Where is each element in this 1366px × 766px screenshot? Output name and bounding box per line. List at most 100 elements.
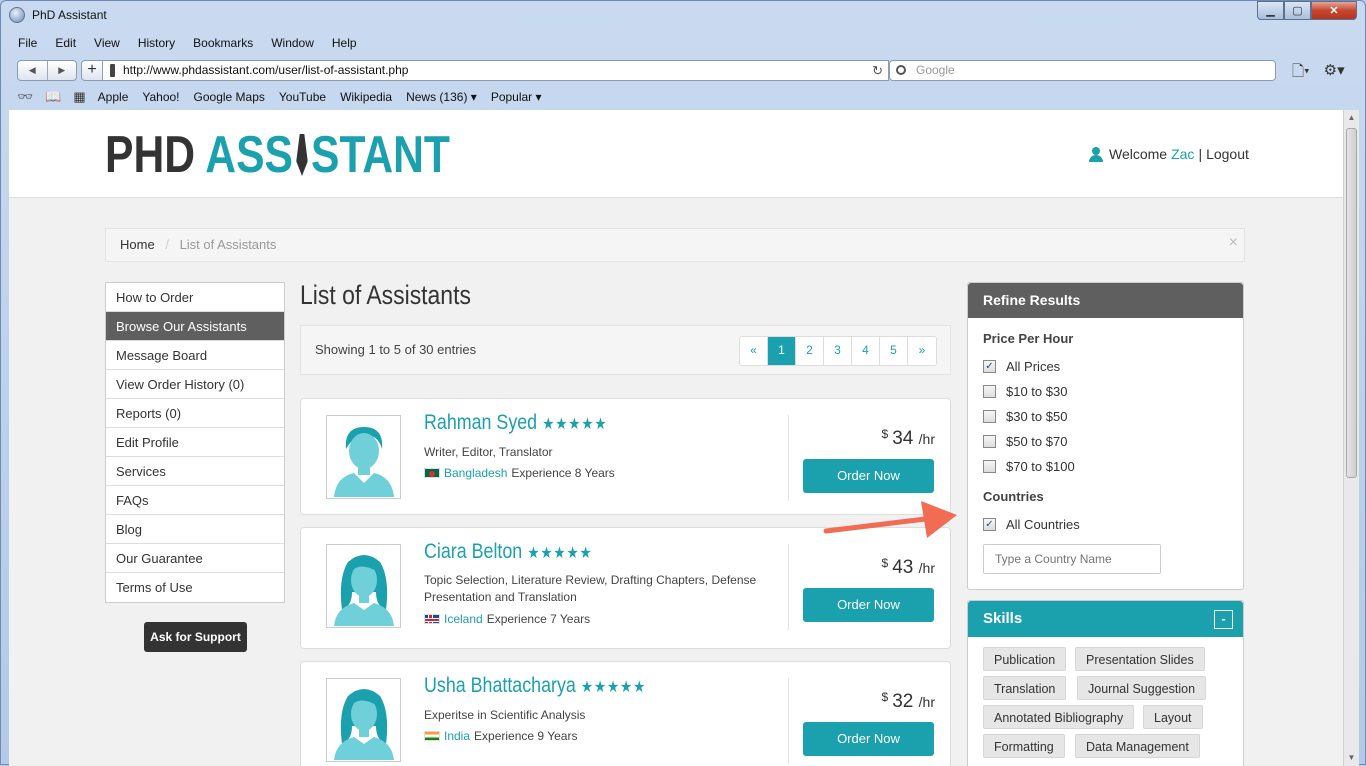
address-bar[interactable]: http://www.phdassistant.com/user/list-of… [103,60,889,81]
checkbox-checked[interactable]: ✓ [983,360,996,373]
scroll-down-icon[interactable]: ▼ [1344,750,1359,766]
assistant-country[interactable]: India [444,729,470,743]
close-window-button[interactable]: ✕ [1311,1,1357,20]
assistant-name[interactable]: Rahman Syed ★★★★★ [424,411,607,435]
page-menu-icon[interactable]: 🗋▾ [1292,61,1310,86]
skill-tag[interactable]: Presentation Slides [1075,647,1205,671]
menu-view[interactable]: View [85,36,129,50]
assistant-card: Rahman Syed ★★★★★ Writer, Editor, Transla… [300,398,951,515]
sidebar-item-message-board[interactable]: Message Board [106,341,284,370]
minimize-button[interactable]: ▁ [1257,1,1284,20]
price-option-30-50[interactable]: $30 to $50 [983,409,1067,424]
price-option-10-30[interactable]: $10 to $30 [983,384,1067,399]
skill-tag[interactable]: Data Management [1075,734,1200,758]
gear-icon[interactable]: ⚙▾ [1324,61,1345,86]
username-link[interactable]: Zac [1171,146,1194,162]
checkbox[interactable] [983,460,996,473]
sidebar-item-reports[interactable]: Reports (0) [106,399,284,428]
rating-stars-icon: ★★★★★ [580,679,647,696]
logout-link[interactable]: Logout [1206,146,1249,162]
order-now-button[interactable]: Order Now [803,588,934,622]
skill-tag[interactable]: Translation [983,676,1067,700]
menu-history[interactable]: History [129,36,184,50]
avatar[interactable] [326,544,401,628]
assistant-price: $32 /hr [801,690,935,713]
pager-page-3[interactable]: 3 [824,337,852,365]
skills-header: Skills - [968,601,1243,637]
site-logo[interactable]: PHD ASS STANT [105,128,450,182]
checkbox-checked[interactable]: ✓ [983,518,996,531]
sidebar-item-faqs[interactable]: FAQs [106,486,284,515]
assistant-country[interactable]: Iceland [444,612,483,626]
checkbox[interactable] [983,385,996,398]
scroll-up-icon[interactable]: ▲ [1344,110,1359,126]
skill-tag[interactable]: Formatting [983,734,1065,758]
pager-page-5[interactable]: 5 [880,337,908,365]
skill-tag[interactable]: Layout [1143,705,1203,729]
book-icon[interactable]: 📖 [45,89,61,105]
bookmark-apple[interactable]: Apple [98,90,129,104]
menu-file[interactable]: File [9,36,46,50]
pager-page-1[interactable]: 1 [768,337,796,365]
sidebar-item-our-guarantee[interactable]: Our Guarantee [106,544,284,573]
price-option-label: All Prices [1006,359,1061,374]
assistant-country[interactable]: Bangladesh [444,466,507,480]
minimize-icon[interactable]: - [1214,610,1233,629]
breadcrumb-home[interactable]: Home [120,237,155,252]
assistant-price: $43 /hr [801,556,935,579]
checkbox[interactable] [983,410,996,423]
price-filter-title: Price Per Hour [983,331,1074,346]
bookmark-youtube[interactable]: YouTube [279,90,326,104]
price-option-50-70[interactable]: $50 to $70 [983,434,1067,449]
menu-edit[interactable]: Edit [46,36,85,50]
menu-help[interactable]: Help [323,36,366,50]
rating-stars-icon: ★★★★★ [527,545,593,562]
bookmark-wikipedia[interactable]: Wikipedia [340,90,392,104]
close-icon[interactable]: × [1229,227,1238,259]
sidebar-item-services[interactable]: Services [106,457,284,486]
avatar[interactable] [326,415,401,499]
add-bookmark-icon[interactable]: + [81,60,103,81]
scroll-thumb[interactable] [1346,128,1357,478]
bookmark-yahoo[interactable]: Yahoo! [142,90,179,104]
assistant-name-text: Rahman Syed [424,411,538,434]
bookmark-news[interactable]: News (136) ▾ [406,90,477,104]
page-scrollbar[interactable]: ▲ ▼ [1343,110,1359,766]
skill-tag[interactable]: Annotated Bibliography [983,705,1135,729]
menu-window[interactable]: Window [262,36,323,50]
sidebar-item-browse-assistants[interactable]: Browse Our Assistants [106,312,284,341]
pager-page-4[interactable]: 4 [852,337,880,365]
pager-prev[interactable]: « [740,337,768,365]
sidebar-item-blog[interactable]: Blog [106,515,284,544]
order-now-button[interactable]: Order Now [803,459,934,493]
price-value: 34 [892,428,914,449]
sidebar-item-terms-of-use[interactable]: Terms of Use [106,573,284,602]
maximize-button[interactable]: ▢ [1284,1,1311,20]
price-option-70-100[interactable]: $70 to $100 [983,459,1075,474]
bookmark-google-maps[interactable]: Google Maps [194,90,265,104]
avatar[interactable] [326,678,401,762]
skill-tag[interactable]: Journal Suggestion [1077,676,1207,700]
forward-icon[interactable]: ▶ [48,61,77,80]
price-option-all[interactable]: ✓ All Prices [983,359,1060,374]
skill-tag[interactable]: Publication [983,647,1067,671]
sidebar-item-edit-profile[interactable]: Edit Profile [106,428,284,457]
assistant-name[interactable]: Ciara Belton ★★★★★ [424,540,593,564]
country-search-input[interactable] [983,544,1161,574]
order-now-button[interactable]: Order Now [803,722,934,756]
menu-bookmarks[interactable]: Bookmarks [184,36,262,50]
reload-icon[interactable]: ↻ [872,61,883,80]
bookmark-popular[interactable]: Popular ▾ [491,90,542,104]
search-input[interactable]: Google [889,60,1276,81]
assistant-name[interactable]: Usha Bhattacharya ★★★★★ [424,674,646,698]
pager-page-2[interactable]: 2 [796,337,824,365]
checkbox[interactable] [983,435,996,448]
sidebar-item-how-to-order[interactable]: How to Order [106,283,284,312]
sidebar-item-order-history[interactable]: View Order History (0) [106,370,284,399]
pager-next[interactable]: » [908,337,936,365]
back-icon[interactable]: ◀ [18,61,48,80]
reading-list-icon[interactable]: 👓 [17,89,33,105]
country-option-all[interactable]: ✓ All Countries [983,517,1080,532]
ask-for-support-button[interactable]: Ask for Support [144,622,247,652]
grid-icon[interactable]: ▦ [73,89,85,105]
